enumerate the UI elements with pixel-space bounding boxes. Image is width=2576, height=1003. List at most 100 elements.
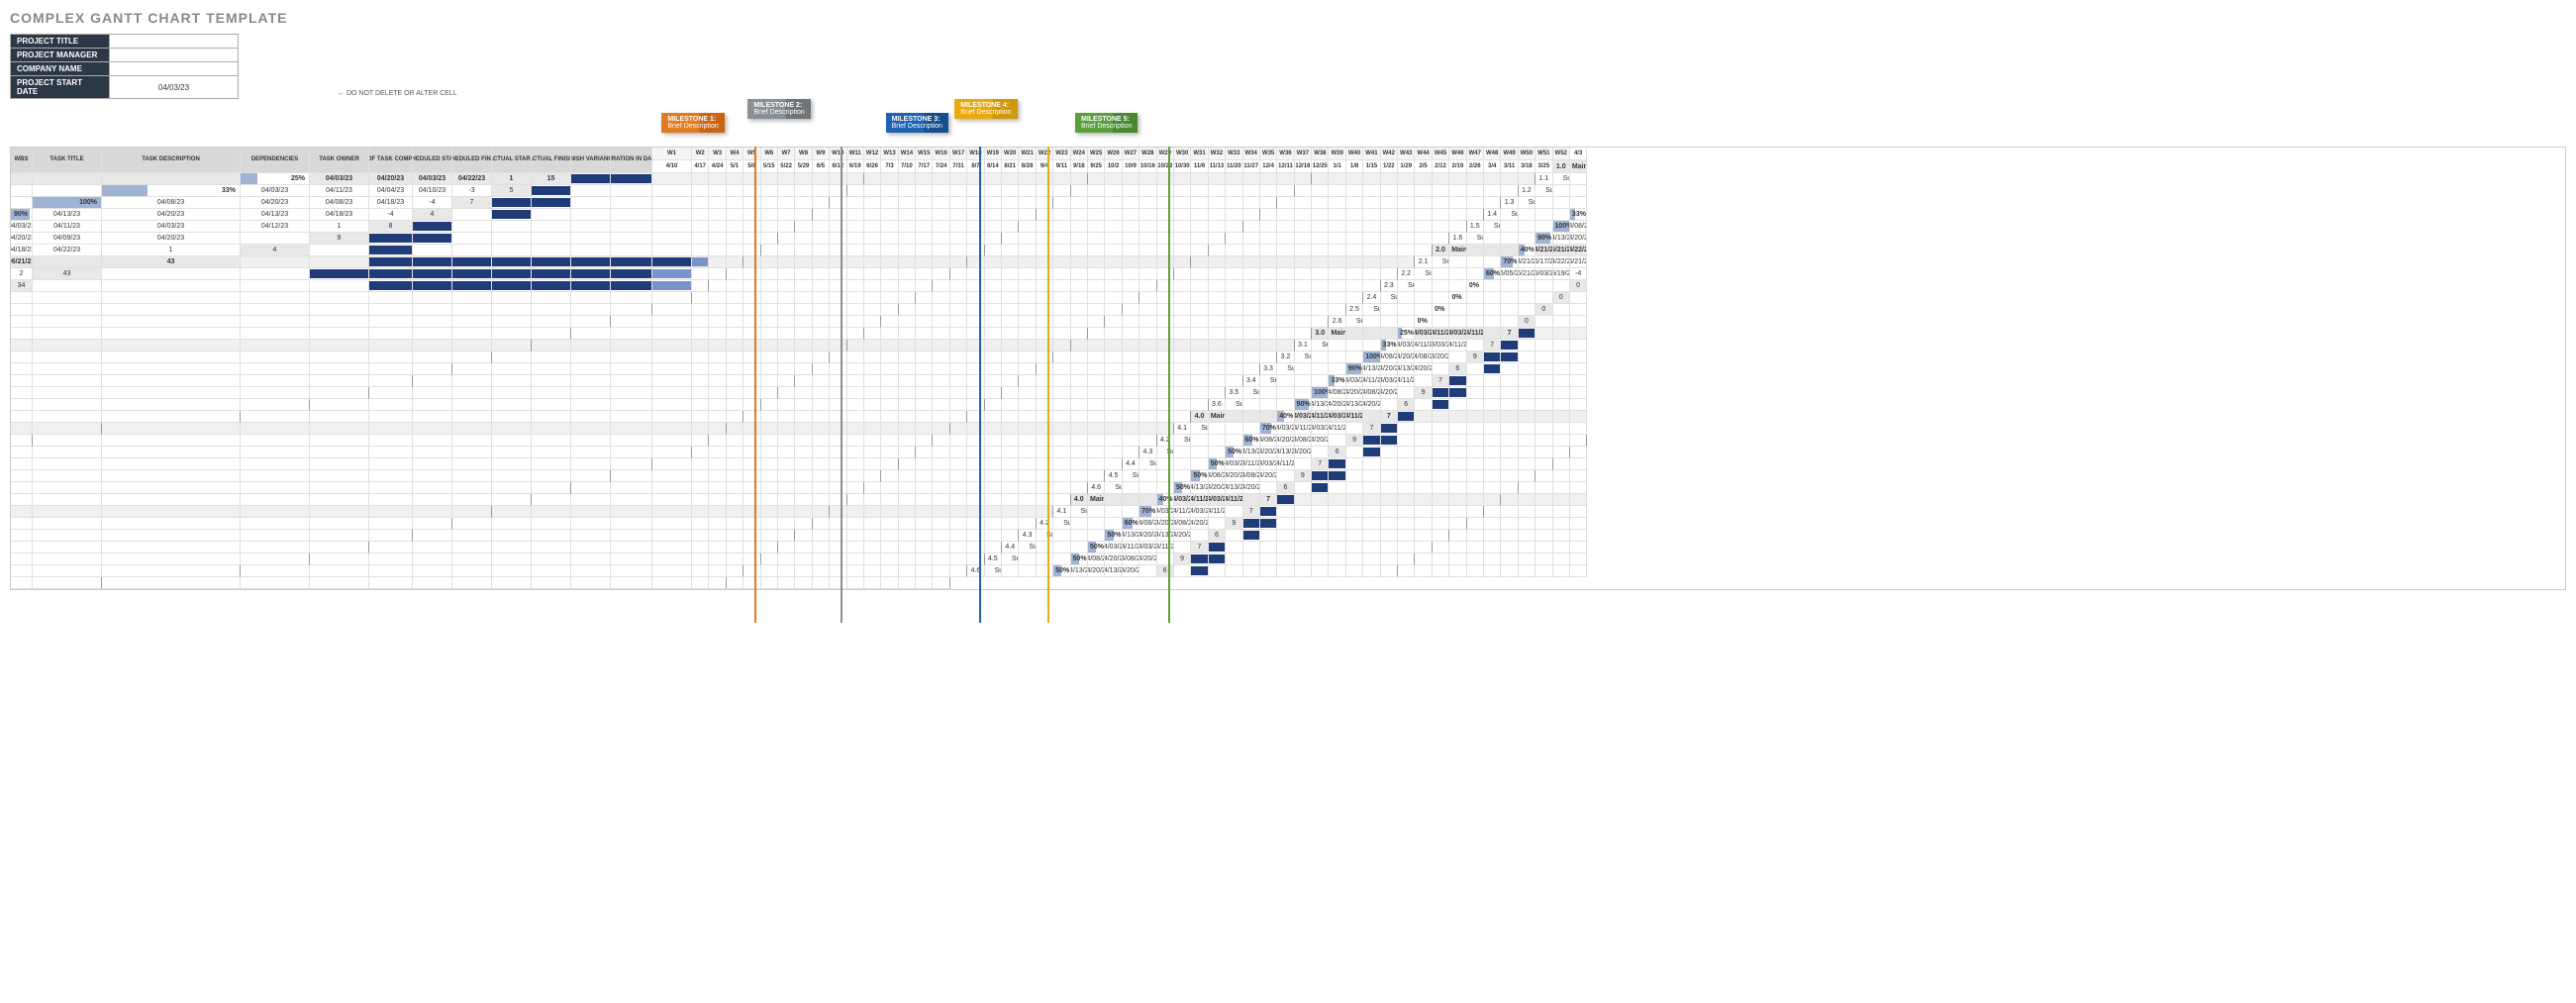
task-owner-cell[interactable] <box>1053 553 1070 565</box>
pct-complete-cell[interactable]: 90% <box>1295 399 1312 411</box>
task-title-cell[interactable]: Sub Task 3 <box>1037 530 1053 542</box>
sched-start-cell[interactable]: 04/03/23 <box>1398 340 1415 351</box>
actual-start-cell[interactable]: 04/08/23 <box>1363 387 1380 399</box>
task-title-cell[interactable]: Sub Task 1 <box>1312 340 1329 351</box>
duration-cell[interactable]: 7 <box>1243 506 1260 518</box>
task-title-cell[interactable]: Sub Task 5 <box>1123 470 1139 482</box>
sched-finish-cell[interactable]: 06/17/23 <box>1536 256 1552 268</box>
duration-cell[interactable]: 43 <box>33 268 102 280</box>
task-owner-cell[interactable] <box>1277 399 1294 411</box>
wbs-cell[interactable]: 4.4 <box>1002 542 1019 553</box>
actual-finish-cell[interactable]: 04/20/23 <box>1174 530 1191 542</box>
task-desc-cell[interactable] <box>1536 197 1552 209</box>
dependencies-cell[interactable] <box>1243 411 1260 423</box>
dependencies-cell[interactable] <box>1088 518 1105 530</box>
finish-variance-cell[interactable] <box>1243 494 1260 506</box>
finish-variance-cell[interactable]: 2 <box>11 268 33 280</box>
sched-start-cell[interactable]: 04/03/23 <box>1174 494 1191 506</box>
task-title-cell[interactable]: Main Task 4 <box>1209 411 1226 423</box>
task-owner-cell[interactable] <box>1449 280 1466 292</box>
actual-start-cell[interactable]: 04/13/23 <box>1157 530 1174 542</box>
actual-start-cell[interactable]: 04/03/23 <box>1139 542 1156 553</box>
wbs-cell[interactable]: 1.4 <box>1484 209 1501 221</box>
task-desc-cell[interactable] <box>1449 256 1466 268</box>
task-title-cell[interactable]: Sub Task 6 <box>1226 399 1242 411</box>
task-desc-cell[interactable] <box>1071 518 1088 530</box>
dependencies-cell[interactable] <box>1105 506 1122 518</box>
sched-finish-cell[interactable]: 04/20/23 <box>1329 399 1345 411</box>
actual-finish-cell[interactable] <box>1536 280 1552 292</box>
actual-finish-cell[interactable]: 04/20/23 <box>1139 553 1156 565</box>
sched-start-cell[interactable]: 04/21/23 <box>1519 256 1536 268</box>
task-desc-cell[interactable] <box>1037 542 1053 553</box>
duration-cell[interactable]: 9 <box>1415 387 1432 399</box>
task-owner-cell[interactable] <box>1415 304 1432 316</box>
sched-start-cell[interactable]: 04/03/23 <box>1226 458 1242 470</box>
sched-start-cell[interactable]: 04/13/23 <box>1363 363 1380 375</box>
wbs-cell[interactable]: 4.0 <box>1071 494 1088 506</box>
pct-complete-cell[interactable]: 50% <box>1191 470 1208 482</box>
actual-start-cell[interactable]: 04/03/23 <box>102 221 241 233</box>
duration-cell[interactable]: 4 <box>241 245 310 256</box>
sched-finish-cell[interactable]: 06/21/23 <box>1553 245 1570 256</box>
actual-finish-cell[interactable] <box>1484 316 1501 328</box>
sched-start-cell[interactable]: 04/03/23 <box>1277 423 1294 435</box>
actual-start-cell[interactable]: 04/03/23 <box>1449 328 1466 340</box>
finish-variance-cell[interactable] <box>1157 553 1174 565</box>
actual-start-cell[interactable]: 04/13/23 <box>1277 447 1294 458</box>
dependencies-cell[interactable] <box>1123 494 1139 506</box>
dependencies-cell[interactable] <box>1312 363 1329 375</box>
task-title-cell[interactable]: Sub Task 1 <box>1553 173 1570 185</box>
actual-start-cell[interactable]: 04/13/23 <box>1226 482 1242 494</box>
wbs-cell[interactable]: 4.3 <box>1019 530 1036 542</box>
actual-finish-cell[interactable]: 06/19/23 <box>1553 268 1570 280</box>
duration-cell[interactable]: 9 <box>1295 470 1312 482</box>
task-owner-cell[interactable] <box>1243 423 1260 435</box>
pct-complete-cell[interactable]: 50% <box>1105 530 1122 542</box>
sched-finish-cell[interactable]: 04/20/23 <box>1398 351 1415 363</box>
sched-start-cell[interactable]: 04/08/23 <box>1260 435 1277 447</box>
actual-finish-cell[interactable]: 04/18/23 <box>369 197 413 209</box>
actual-start-cell[interactable]: 04/22/23 <box>1553 256 1570 268</box>
dependencies-cell[interactable] <box>1226 423 1242 435</box>
wbs-cell[interactable]: 3.5 <box>1226 387 1242 399</box>
actual-finish-cell[interactable]: 04/20/23 <box>1260 470 1277 482</box>
sched-start-cell[interactable]: 04/03/23 <box>1157 506 1174 518</box>
finish-variance-cell[interactable] <box>1191 530 1208 542</box>
actual-start-cell[interactable]: 04/13/23 <box>1398 363 1415 375</box>
sched-start-cell[interactable]: 04/03/23 <box>241 185 310 197</box>
task-owner-cell[interactable] <box>1553 209 1570 221</box>
sched-finish-cell[interactable]: 04/11/23 <box>33 221 102 233</box>
pct-complete-cell[interactable]: 33% <box>1381 340 1398 351</box>
finish-variance-cell[interactable] <box>1553 280 1570 292</box>
task-title-cell[interactable]: Sub Task 2 <box>1295 351 1312 363</box>
task-owner-cell[interactable] <box>1501 245 1518 256</box>
dependencies-cell[interactable] <box>1191 447 1208 458</box>
actual-finish-cell[interactable]: 04/20/23 <box>1381 387 1398 399</box>
wbs-cell[interactable]: 3.4 <box>1243 375 1260 387</box>
finish-variance-cell[interactable] <box>1467 340 1484 351</box>
meta-value-input[interactable] <box>110 35 239 49</box>
sched-start-cell[interactable]: 04/03/23 <box>310 173 369 185</box>
actual-start-cell[interactable]: 04/03/23 <box>1433 340 1449 351</box>
task-desc-cell[interactable] <box>1260 387 1277 399</box>
duration-cell[interactable]: 9 <box>1346 435 1363 447</box>
task-owner-cell[interactable] <box>11 197 33 209</box>
finish-variance-cell[interactable] <box>1312 447 1329 458</box>
sched-start-cell[interactable]: 04/13/23 <box>1123 530 1139 542</box>
actual-finish-cell[interactable]: 04/20/23 <box>1243 482 1260 494</box>
dependencies-cell[interactable] <box>1295 375 1312 387</box>
duration-cell[interactable]: 9 <box>310 233 369 245</box>
dependencies-cell[interactable] <box>1519 221 1536 233</box>
duration-cell[interactable]: 7 <box>1381 411 1398 423</box>
sched-start-cell[interactable]: 04/08/23 <box>1088 553 1105 565</box>
task-desc-cell[interactable] <box>1157 458 1174 470</box>
duration-cell[interactable]: 34 <box>11 280 33 292</box>
task-owner-cell[interactable] <box>1484 256 1501 268</box>
actual-start-cell[interactable]: 04/08/23 <box>1174 518 1191 530</box>
task-owner-cell[interactable] <box>1226 435 1242 447</box>
pct-complete-cell[interactable]: 0% <box>1433 304 1449 316</box>
sched-finish-cell[interactable] <box>1449 316 1466 328</box>
finish-variance-cell[interactable]: -4 <box>1570 268 1587 280</box>
wbs-cell[interactable]: 4.5 <box>1105 470 1122 482</box>
